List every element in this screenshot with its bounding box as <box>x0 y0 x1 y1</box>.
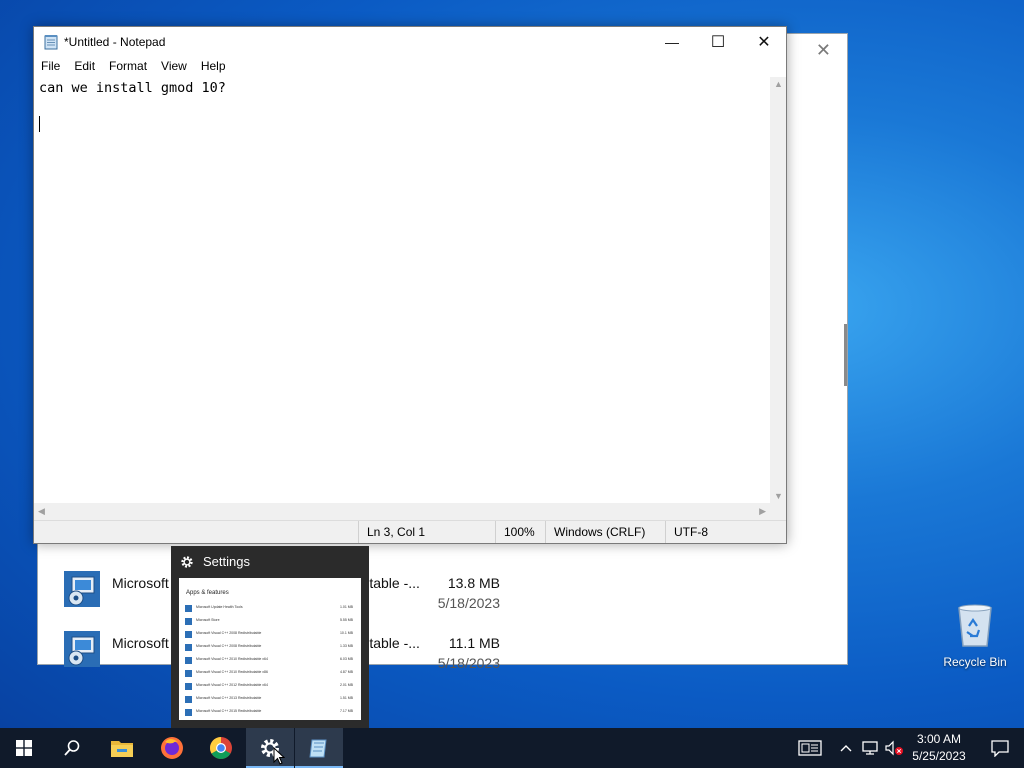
scroll-up-icon[interactable]: ▲ <box>774 79 783 89</box>
start-button[interactable] <box>0 728 48 768</box>
volume-muted-icon <box>885 740 903 756</box>
status-line-ending: Windows (CRLF) <box>545 521 665 543</box>
notepad-titlebar[interactable]: *Untitled - Notepad — ☐ ✕ <box>34 27 786 57</box>
notepad-window[interactable]: *Untitled - Notepad — ☐ ✕ File Edit Form… <box>33 26 787 544</box>
maximize-button[interactable]: ☐ <box>695 27 741 57</box>
settings-gear-icon <box>181 556 193 568</box>
preview-row: Microsoft Visual C++ 2010 Redistributabl… <box>185 669 355 679</box>
search-icon <box>64 740 80 756</box>
tray-overflow-button[interactable] <box>836 728 856 768</box>
chevron-up-icon <box>840 745 852 752</box>
settings-close-icon[interactable]: ✕ <box>816 40 831 61</box>
text-caret <box>39 116 40 132</box>
taskbar: 3:00 AM 5/25/2023 <box>0 728 1024 768</box>
start-icon <box>16 740 32 756</box>
preview-row: Microsoft Visual C++ 2010 Redistributabl… <box>185 656 355 666</box>
app-date: 5/18/2023 <box>437 655 500 671</box>
text-editor[interactable]: can we install gmod 10? <box>34 77 770 503</box>
preview-header: Apps & features <box>186 590 229 596</box>
settings-scrollbar[interactable] <box>844 324 847 386</box>
scroll-right-icon[interactable]: ▶ <box>759 506 766 517</box>
thumbnail-title: Settings <box>203 554 250 569</box>
preview-row: Microsoft Visual C++ 2013 Redistributabl… <box>185 695 355 705</box>
settings-thumbnail[interactable]: Settings Apps & features Microsoft Updat… <box>171 546 369 729</box>
volume-button[interactable] <box>882 728 906 768</box>
app-size: 13.8 MB <box>447 575 500 591</box>
network-icon <box>862 741 878 755</box>
preview-row: Microsoft Visual C++ 2008 Redistributabl… <box>185 643 355 653</box>
clock-date[interactable]: 5/25/2023 <box>906 749 972 763</box>
news-icon <box>798 740 822 756</box>
notepad-icon <box>44 35 58 50</box>
app-date: 5/18/2023 <box>437 595 500 611</box>
preview-row: Microsoft Store 5.55 MB <box>185 617 355 627</box>
notification-icon <box>991 740 1009 757</box>
menu-bar: File Edit Format View Help <box>34 57 786 77</box>
status-zoom: 100% <box>495 521 545 543</box>
chrome-icon <box>210 737 232 759</box>
recycle-bin-label: Recycle Bin <box>943 655 1007 669</box>
mouse-cursor-icon <box>273 747 285 765</box>
menu-file[interactable]: File <box>34 57 67 77</box>
firefox-button[interactable] <box>148 728 196 768</box>
preview-row: Microsoft Visual C++ 2012 Redistributabl… <box>185 682 355 692</box>
news-widget-button[interactable] <box>788 728 832 768</box>
menu-view[interactable]: View <box>154 57 194 77</box>
status-position: Ln 3, Col 1 <box>358 521 495 543</box>
minimize-button[interactable]: — <box>649 27 695 57</box>
installer-icon <box>64 571 100 607</box>
preview-row: Microsoft Visual C++ 2008 Redistributabl… <box>185 630 355 640</box>
search-button[interactable] <box>48 728 96 768</box>
app-size: 11.1 MB <box>448 635 500 651</box>
status-bar: Ln 3, Col 1 100% Windows (CRLF) UTF-8 <box>34 520 786 543</box>
notepad-icon <box>309 739 327 758</box>
clock-time[interactable]: 3:00 AM <box>906 732 972 746</box>
scroll-left-icon[interactable]: ◀ <box>38 506 45 517</box>
preview-row: Microsoft Visual C++ 2015 Redistributabl… <box>185 708 355 718</box>
network-button[interactable] <box>858 728 882 768</box>
horizontal-scrollbar[interactable]: ◀ ▶ <box>34 503 770 521</box>
action-center-button[interactable] <box>976 728 1024 768</box>
recycle-bin[interactable]: Recycle Bin <box>940 600 1010 669</box>
status-encoding: UTF-8 <box>665 521 786 543</box>
menu-edit[interactable]: Edit <box>67 57 102 77</box>
editor-text[interactable]: can we install gmod 10? <box>39 80 226 96</box>
preview-row: Microsoft Update Health Tools 1.01 MB <box>185 604 355 614</box>
close-button[interactable]: ✕ <box>741 27 787 57</box>
thumbnail-preview[interactable]: Apps & features Microsoft Update Health … <box>179 578 361 720</box>
scroll-down-icon[interactable]: ▼ <box>774 491 783 501</box>
window-title: *Untitled - Notepad <box>64 35 166 49</box>
installer-icon <box>64 631 100 667</box>
menu-format[interactable]: Format <box>102 57 154 77</box>
recycle-bin-icon <box>958 604 992 647</box>
menu-help[interactable]: Help <box>194 57 233 77</box>
file-explorer-icon <box>111 741 133 757</box>
file-explorer-button[interactable] <box>98 728 146 768</box>
settings-taskbar-button[interactable] <box>246 728 294 768</box>
firefox-icon <box>161 737 183 759</box>
vertical-scrollbar[interactable]: ▲ ▼ <box>770 77 786 503</box>
notepad-taskbar-button[interactable] <box>295 728 343 768</box>
scrollbar-corner <box>770 503 786 521</box>
chrome-button[interactable] <box>197 728 245 768</box>
